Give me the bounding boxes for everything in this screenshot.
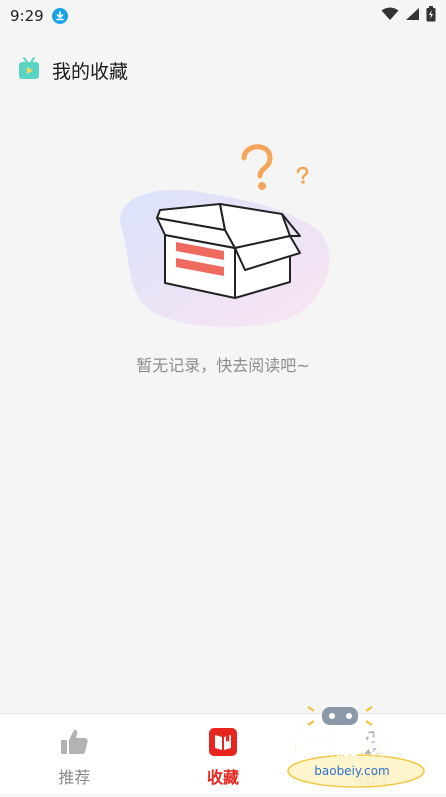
signal-icon: [405, 7, 420, 25]
empty-state-message: 暂无记录，快去阅读吧~: [136, 356, 310, 375]
battery-icon: [426, 6, 436, 26]
download-icon: [51, 8, 68, 24]
nav-label-favorites: 收藏: [207, 768, 240, 787]
user-icon: [356, 726, 388, 758]
app-header: 我的收藏: [0, 52, 446, 88]
empty-illustration: [0, 140, 446, 380]
nav-label-mine: 我的: [355, 768, 388, 787]
nav-tab-mine[interactable]: 我的: [297, 714, 446, 794]
tv-icon: [18, 56, 40, 84]
nav-label-recommend: 推荐: [58, 768, 91, 787]
bookmark-book-icon: [207, 726, 239, 758]
status-time: 9:29: [10, 7, 44, 25]
bottom-nav: 推荐 收藏 我的: [0, 713, 446, 794]
nav-tab-favorites[interactable]: 收藏: [149, 714, 298, 794]
page-title: 我的收藏: [52, 60, 129, 83]
thumbs-up-icon: [58, 726, 90, 758]
wifi-icon: [381, 7, 399, 25]
status-bar: 9:29: [0, 0, 446, 32]
nav-tab-recommend[interactable]: 推荐: [0, 714, 149, 794]
